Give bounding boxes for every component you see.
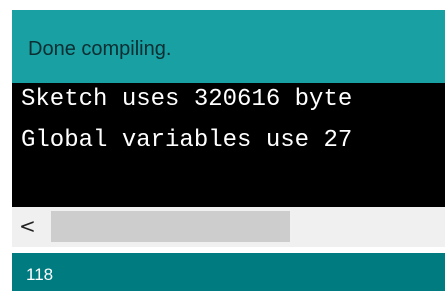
editor-footer-bar: 118 (12, 253, 445, 291)
console-line-sketch-size: Sketch uses 320616 byte (21, 86, 353, 113)
current-line-number: 118 (26, 265, 54, 284)
scroll-left-icon[interactable]: < (19, 214, 36, 238)
scrollbar-thumb[interactable] (51, 211, 290, 242)
arduino-compile-output-window: Done compiling. Sketch uses 320616 byte … (0, 0, 445, 291)
compile-output-console[interactable]: Sketch uses 320616 byte Global variables… (12, 83, 445, 207)
console-line-global-variables: Global variables use 27 (21, 127, 353, 154)
horizontal-scrollbar[interactable]: < (12, 207, 445, 247)
compile-status-bar: Done compiling. (12, 10, 445, 83)
compile-status-message: Done compiling. (28, 38, 172, 60)
